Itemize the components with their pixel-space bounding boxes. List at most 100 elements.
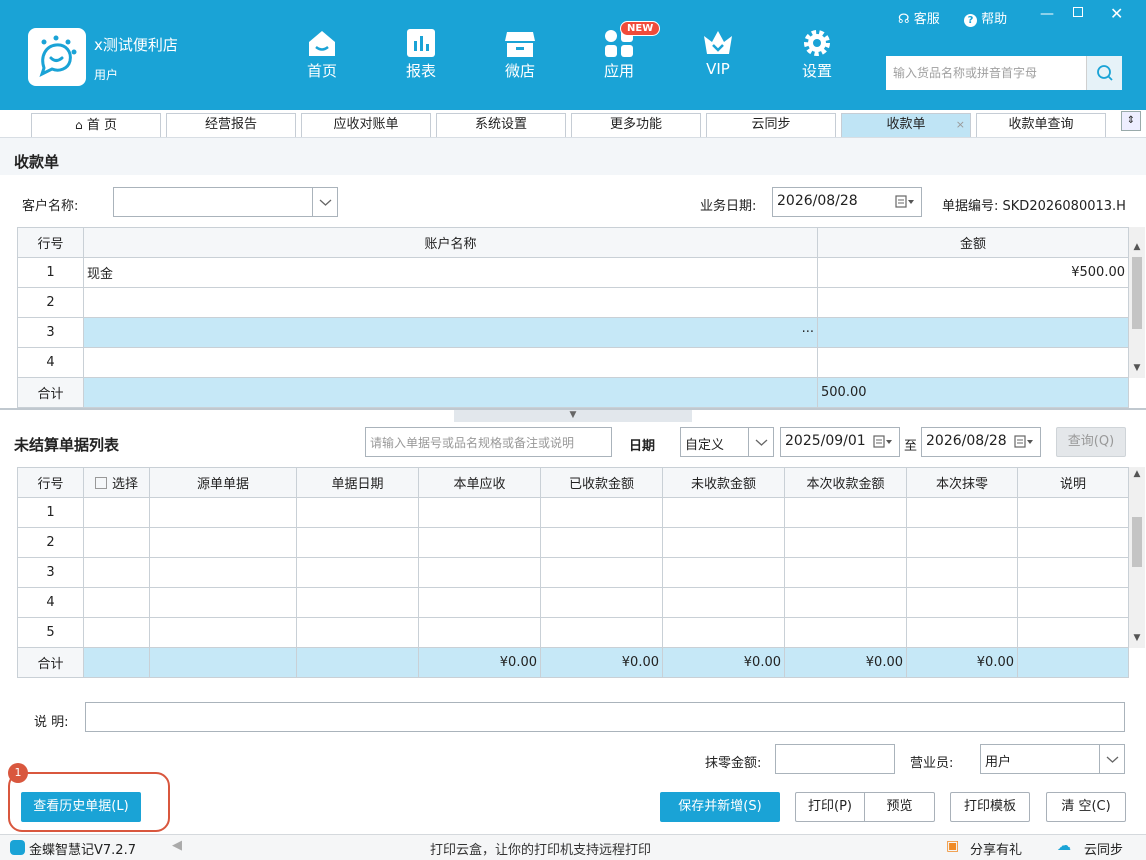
scroll-thumb[interactable] (1132, 517, 1142, 567)
product-search-input[interactable] (886, 56, 1086, 90)
preview-button[interactable]: 预览 (864, 792, 935, 822)
row-number: 3 (17, 557, 84, 588)
print-template-button[interactable]: 打印模板 (950, 792, 1030, 822)
collapse-handle[interactable]: ▼ (454, 410, 692, 422)
calendar-icon[interactable] (873, 435, 893, 449)
nav-label: 微店 (504, 62, 535, 80)
business-date-picker[interactable]: 2026/08/28 (772, 187, 922, 217)
account-cell[interactable] (83, 347, 818, 378)
speaker-icon: ◀ (172, 838, 182, 853)
tab-label: 首 页 (86, 118, 117, 133)
nav-vip[interactable]: VIP (683, 28, 753, 78)
receipt-scrollbar[interactable]: ▲ ▼ (1129, 227, 1145, 378)
table-row[interactable]: 2 (17, 527, 1129, 558)
tab-receivable-statement[interactable]: 应收对账单 (301, 113, 431, 137)
nav-report[interactable]: 报表 (386, 28, 456, 81)
column-header: 行号 (17, 467, 84, 498)
chevron-down-icon[interactable] (748, 428, 773, 456)
calendar-icon[interactable] (895, 195, 915, 209)
account-cell[interactable]: 现金 (83, 257, 818, 288)
cloud-icon: ☁ (1057, 838, 1071, 854)
row-number: 1 (17, 497, 84, 528)
column-header: 行号 (17, 227, 84, 258)
query-button[interactable]: 查询(Q) (1056, 427, 1126, 457)
customer-service-link[interactable]: ☊ 客服 (898, 8, 940, 27)
table-row[interactable]: 1 (17, 497, 1129, 528)
minimize-button[interactable]: — (1040, 6, 1054, 22)
scroll-down-icon[interactable]: ▼ (1129, 363, 1145, 373)
account-cell[interactable] (83, 287, 818, 318)
status-message[interactable]: 打印云盒，让你的打印机支持远程打印 (430, 839, 651, 858)
date-mode-select[interactable]: 自定义 (680, 427, 774, 457)
total-rounding: ¥0.00 (906, 647, 1018, 678)
row-number: 3 (17, 317, 84, 348)
tab-home[interactable]: ⌂ 首 页 (31, 113, 161, 137)
close-tab-icon[interactable]: × (956, 114, 965, 136)
date-to-value: 2026/08/28 (926, 433, 1007, 449)
staff-label: 营业员: (910, 756, 954, 771)
tab-cloud-sync[interactable]: 云同步 (706, 113, 836, 137)
date-from-picker[interactable]: 2025/09/01 (780, 427, 900, 457)
close-window-button[interactable]: ✕ (1110, 4, 1123, 23)
search-button[interactable] (1086, 56, 1122, 90)
customer-service-label: 客服 (913, 12, 940, 27)
table-header-row: 行号 选择 源单单据 单据日期 本单应收 已收款金额 未收款金额 本次收款金额 … (17, 467, 1129, 498)
print-button[interactable]: 打印(P) (795, 792, 865, 822)
unsettled-search-input[interactable]: 请输入单据号或品名规格或备注或说明 (365, 427, 612, 457)
unsettled-scrollbar[interactable]: ▲ ▼ (1129, 467, 1145, 648)
date-to-picker[interactable]: 2026/08/28 (921, 427, 1041, 457)
cloud-sync-link[interactable]: 云同步 (1084, 839, 1123, 858)
table-row-selected[interactable]: 3 ··· (17, 317, 1129, 348)
staff-select[interactable]: 用户 (980, 744, 1125, 774)
headset-icon: ☊ (898, 12, 910, 27)
staff-value: 用户 (985, 755, 1012, 770)
tab-more-functions[interactable]: 更多功能 (571, 113, 701, 137)
nav-shop[interactable]: 微店 (485, 28, 555, 81)
rounding-input[interactable] (775, 744, 895, 774)
help-link[interactable]: ? 帮助 (964, 8, 1007, 27)
table-row[interactable]: 4 (17, 587, 1129, 618)
chevron-down-icon[interactable] (1099, 745, 1124, 773)
amount-cell[interactable] (817, 347, 1129, 378)
table-row[interactable]: 3 (17, 557, 1129, 588)
maximize-button[interactable] (1073, 6, 1083, 21)
scroll-up-icon[interactable]: ▲ (1129, 242, 1145, 252)
table-row[interactable]: 1 现金 ¥500.00 (17, 257, 1129, 288)
ellipsis-button[interactable]: ··· (802, 325, 814, 340)
nav-home[interactable]: 首页 (287, 28, 357, 81)
nav-settings[interactable]: 设置 (782, 28, 852, 81)
column-header: 未收款金额 (662, 467, 785, 498)
customer-select[interactable] (113, 187, 338, 217)
chevron-down-icon[interactable] (312, 188, 337, 216)
checkbox[interactable] (94, 477, 107, 489)
scroll-thumb[interactable] (1132, 257, 1142, 329)
share-gift-link[interactable]: 分享有礼 (970, 839, 1022, 858)
note-input[interactable] (85, 702, 1125, 732)
table-row[interactable]: 4 (17, 347, 1129, 378)
total-empty-cell (83, 377, 818, 408)
row-number: 2 (17, 527, 84, 558)
amount-cell[interactable] (817, 317, 1129, 348)
amount-cell[interactable]: ¥500.00 (817, 257, 1129, 288)
column-header: 已收款金额 (540, 467, 663, 498)
table-row[interactable]: 5 (17, 617, 1129, 648)
tab-scroll-button[interactable]: ⇕ (1121, 111, 1141, 131)
calendar-icon[interactable] (1014, 435, 1034, 449)
table-row[interactable]: 2 (17, 287, 1129, 318)
tab-business-report[interactable]: 经营报告 (166, 113, 296, 137)
receipt-title: 收款单 (0, 137, 1146, 175)
amount-cell[interactable] (817, 287, 1129, 318)
view-history-button[interactable]: 查看历史单据(L) (21, 792, 141, 822)
clear-button[interactable]: 清 空(C) (1046, 792, 1126, 822)
tab-receipt[interactable]: 收款单 × (841, 113, 971, 137)
select-all-header[interactable]: 选择 (83, 467, 150, 498)
tab-system-settings[interactable]: 系统设置 (436, 113, 566, 137)
scroll-up-icon[interactable]: ▲ (1129, 469, 1145, 479)
home-icon: ⌂ (75, 118, 83, 132)
business-date-label: 业务日期: (700, 199, 757, 214)
tab-receipt-query[interactable]: 收款单查询 (976, 113, 1106, 137)
scroll-down-icon[interactable]: ▼ (1129, 633, 1145, 643)
save-and-new-button[interactable]: 保存并新增(S) (660, 792, 780, 822)
store-user: 用户 (94, 68, 119, 82)
account-cell[interactable]: ··· (83, 317, 818, 348)
